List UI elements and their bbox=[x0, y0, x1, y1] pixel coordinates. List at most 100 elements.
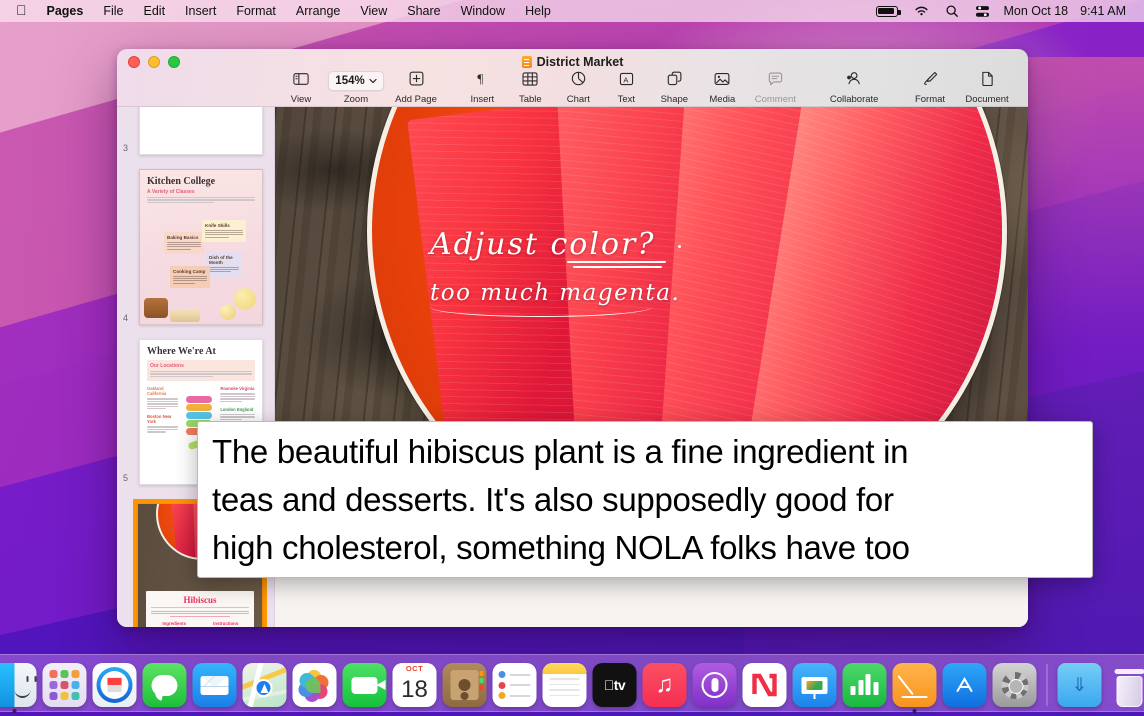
mail-icon[interactable] bbox=[192, 663, 237, 707]
apple-tv-icon[interactable]: tv bbox=[592, 663, 637, 707]
photos-icon[interactable] bbox=[292, 663, 337, 707]
person-add-icon bbox=[846, 71, 863, 91]
dock-item-contacts[interactable] bbox=[442, 663, 487, 707]
numbers-icon[interactable] bbox=[842, 663, 887, 707]
zoom-control[interactable]: 154% Zoom bbox=[325, 71, 387, 105]
dock-item-messages[interactable] bbox=[142, 663, 187, 707]
menu-item-share[interactable]: Share bbox=[397, 2, 450, 20]
dock-item-numbers[interactable] bbox=[842, 663, 887, 707]
wifi-icon[interactable] bbox=[906, 2, 937, 20]
location-label: London England bbox=[220, 407, 254, 412]
dock-item-podcasts[interactable] bbox=[692, 663, 737, 707]
collaborate-button[interactable]: Collaborate bbox=[815, 71, 893, 105]
chart-button[interactable]: Chart bbox=[554, 71, 602, 105]
shapes-icon bbox=[667, 71, 682, 91]
downloads-folder-icon[interactable]: ⇓ bbox=[1057, 663, 1102, 707]
dock-item-calendar[interactable]: OCT 18 bbox=[392, 663, 437, 707]
chevron-down-icon bbox=[369, 78, 377, 84]
trash-icon[interactable] bbox=[1108, 663, 1144, 707]
reminders-icon[interactable] bbox=[492, 663, 537, 707]
insert-label: Insert bbox=[470, 94, 495, 105]
dock-item-launchpad[interactable] bbox=[42, 663, 87, 707]
menu-item-view[interactable]: View bbox=[350, 2, 397, 20]
dock-item-facetime[interactable] bbox=[342, 663, 387, 707]
table-button[interactable]: Table bbox=[506, 71, 554, 105]
dock-item-maps[interactable] bbox=[242, 663, 287, 707]
notes-icon[interactable] bbox=[542, 663, 587, 707]
dock-item-appletv[interactable]: tv bbox=[592, 663, 637, 707]
document-label: Document bbox=[965, 94, 1009, 105]
menu-item-arrange[interactable]: Arrange bbox=[286, 2, 350, 20]
search-icon[interactable] bbox=[937, 2, 967, 20]
pie-chart-icon bbox=[571, 71, 586, 91]
dock-item-safari[interactable] bbox=[92, 663, 137, 707]
dock-item-reminders[interactable] bbox=[492, 663, 537, 707]
launchpad-icon[interactable] bbox=[42, 663, 87, 707]
running-indicator bbox=[912, 709, 917, 713]
dock-item-trash[interactable] bbox=[1108, 663, 1144, 707]
menubar-date[interactable]: Mon Oct 18 bbox=[998, 2, 1075, 20]
system-settings-icon[interactable] bbox=[992, 663, 1037, 707]
music-icon[interactable]: ♫ bbox=[642, 663, 687, 707]
control-center-icon[interactable] bbox=[967, 2, 998, 20]
apple-logo-icon[interactable]:  bbox=[8, 2, 37, 18]
menu-item-pages[interactable]: Pages bbox=[37, 2, 94, 20]
dock-item-finder[interactable] bbox=[0, 663, 37, 713]
safari-icon[interactable] bbox=[92, 663, 137, 707]
zoom-label: Zoom bbox=[343, 94, 369, 105]
thumbnail-title: Where We're At bbox=[147, 346, 216, 357]
shape-button[interactable]: Shape bbox=[650, 71, 698, 105]
dock-item-notes[interactable] bbox=[542, 663, 587, 707]
menu-item-format[interactable]: Format bbox=[226, 2, 286, 20]
dock-item-pages[interactable] bbox=[892, 663, 937, 713]
menu-item-help[interactable]: Help bbox=[515, 2, 561, 20]
app-store-icon[interactable] bbox=[942, 663, 987, 707]
news-icon[interactable] bbox=[742, 663, 787, 707]
zoom-dropdown[interactable]: 154% bbox=[328, 71, 384, 91]
dock-item-photos[interactable] bbox=[292, 663, 337, 707]
thumbnail-card: Dish of the Month bbox=[206, 252, 242, 277]
thumbnail-page-3[interactable]: 3 bbox=[117, 107, 274, 155]
dock-item-downloads[interactable]: ⇓ bbox=[1057, 663, 1102, 707]
menu-item-edit[interactable]: Edit bbox=[134, 2, 176, 20]
finder-icon[interactable] bbox=[0, 663, 37, 707]
battery-icon[interactable] bbox=[868, 2, 906, 20]
menu-item-window[interactable]: Window bbox=[451, 2, 515, 20]
dock-item-appstore[interactable] bbox=[942, 663, 987, 707]
contacts-icon[interactable] bbox=[442, 663, 487, 707]
thumbnail-title: Kitchen College bbox=[147, 176, 216, 187]
pages-icon[interactable] bbox=[892, 663, 937, 707]
dock-item-keynote[interactable] bbox=[792, 663, 837, 707]
thumbnail-page-number: 5 bbox=[123, 473, 129, 483]
add-page-label: Add Page bbox=[395, 94, 437, 105]
menu-item-insert[interactable]: Insert bbox=[175, 2, 226, 20]
messages-icon[interactable] bbox=[142, 663, 187, 707]
dock-item-news[interactable] bbox=[742, 663, 787, 707]
media-button[interactable]: Media bbox=[698, 72, 746, 105]
insert-button[interactable]: ¶ Insert bbox=[458, 71, 506, 105]
podcasts-icon[interactable] bbox=[692, 663, 737, 707]
hover-text-magnifier: The beautiful hibiscus plant is a fine i… bbox=[197, 421, 1093, 578]
location-label: Boston New York bbox=[147, 414, 172, 425]
document-button[interactable]: Document bbox=[956, 71, 1018, 105]
format-button[interactable]: Format bbox=[904, 71, 956, 105]
document-photo[interactable]: Adjust color? too much magenta. bbox=[275, 107, 1028, 423]
comment-button[interactable]: Comment bbox=[746, 72, 804, 105]
text-button[interactable]: A Text bbox=[602, 72, 650, 105]
facetime-icon[interactable] bbox=[342, 663, 387, 707]
thumbnail-page-4[interactable]: Kitchen College A Variety of Classes Bak… bbox=[117, 169, 274, 325]
location-label: Roanoke Virginia bbox=[220, 386, 255, 392]
text-label: Text bbox=[617, 93, 636, 105]
menubar-time[interactable]: 9:41 AM bbox=[1074, 2, 1132, 20]
card-title: Ingredients bbox=[162, 620, 187, 626]
add-page-button[interactable]: Add Page bbox=[387, 71, 445, 105]
maps-icon[interactable] bbox=[242, 663, 287, 707]
dock-item-music[interactable]: ♫ bbox=[642, 663, 687, 707]
calendar-icon[interactable]: OCT 18 bbox=[392, 663, 437, 707]
dock-item-settings[interactable] bbox=[992, 663, 1037, 707]
keynote-icon[interactable] bbox=[792, 663, 837, 707]
location-label: Oakland California bbox=[147, 386, 167, 397]
menu-item-file[interactable]: File bbox=[93, 2, 133, 20]
view-button[interactable]: View bbox=[277, 72, 325, 105]
dock-item-mail[interactable] bbox=[192, 663, 237, 707]
